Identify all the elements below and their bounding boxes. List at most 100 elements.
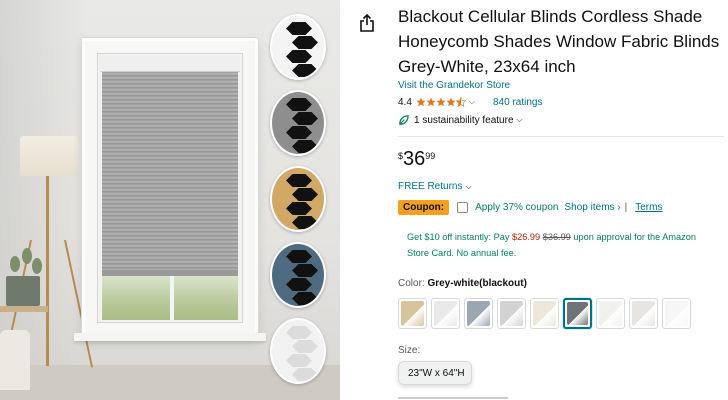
plant-pot: [6, 276, 40, 306]
separator: |: [624, 201, 628, 213]
color-swatch-grey-blue[interactable]: [464, 298, 493, 329]
sustainability-label: 1 sustainability feature: [414, 114, 514, 126]
plant-leaf: [22, 248, 32, 264]
cell-shape: [292, 292, 318, 305]
cell-shape: [286, 22, 312, 35]
promo-new-price: $26.99: [512, 232, 541, 242]
selected-color: Grey-white(blackout): [427, 278, 527, 289]
cell-shape: [286, 202, 312, 215]
price: $ 36 99: [398, 147, 435, 171]
window-frame: [82, 38, 258, 338]
window-sill: [74, 333, 266, 341]
coupon-text[interactable]: Apply 37% coupon: [475, 202, 558, 213]
shop-items-link[interactable]: Shop items ›: [565, 202, 621, 213]
product-title: Blackout Cellular Blinds Cordless Shade …: [398, 7, 720, 76]
size-label: Size:: [398, 345, 421, 356]
color-swatch-grey-white-blackout[interactable]: [563, 298, 592, 329]
swatch-thumbnail: [665, 301, 688, 326]
swatch-thumbnail: [533, 301, 556, 326]
color-swatch-light-grey[interactable]: [497, 298, 526, 329]
image-swatch-grey: [270, 90, 326, 156]
image-swatch-blue: [270, 242, 326, 308]
cell-shape: [286, 278, 312, 291]
plant-leaf: [10, 256, 20, 272]
window-pane: [97, 53, 243, 323]
coupon-row: Coupon: Apply 37% coupon Shop items › | …: [398, 198, 662, 216]
cell-shape: [292, 36, 318, 49]
swatch-thumbnail: [500, 301, 523, 326]
cell-shape: [286, 50, 312, 63]
coupon-badge: Coupon:: [398, 199, 450, 215]
image-color-swatches: [270, 14, 332, 394]
cell-shape: [292, 368, 318, 381]
swatch-thumbnail: [567, 302, 588, 325]
store-link[interactable]: Visit the Grandekor Store: [398, 80, 510, 91]
color-swatch-white[interactable]: [596, 298, 625, 329]
cellular-shade: [102, 72, 238, 272]
color-swatch-beige[interactable]: [398, 298, 427, 329]
free-returns[interactable]: FREE Returns ⌵: [398, 181, 472, 192]
promo-old-price: $36.99: [542, 232, 571, 242]
star-half-icon: [455, 97, 466, 107]
color-swatch-pure-white[interactable]: [662, 298, 691, 329]
cell-shape: [286, 250, 312, 263]
cell-shape: [292, 216, 318, 229]
cell-shape: [292, 64, 318, 77]
ratings-count-link[interactable]: 840 ratings: [493, 97, 542, 108]
cell-shape: [292, 340, 318, 353]
star-icon: [436, 97, 446, 107]
sustainability-feature[interactable]: 1 sustainability feature ⌵: [398, 113, 523, 127]
image-swatch-tan: [270, 166, 326, 232]
cutoff-text: [398, 394, 518, 400]
color-swatch-white-line[interactable]: [431, 298, 460, 329]
plant-leaf: [32, 258, 42, 274]
cell-shape: [292, 140, 318, 153]
cell-shape: [292, 264, 318, 277]
side-table: [0, 306, 48, 312]
color-label-prefix: Color:: [398, 278, 428, 289]
star-icon: [426, 97, 436, 107]
price-fraction: 99: [425, 151, 436, 161]
color-label: Color: Grey-white(blackout): [398, 278, 527, 289]
cell-shape: [286, 354, 312, 367]
share-icon[interactable]: [359, 13, 375, 32]
shade-headrail: [100, 56, 240, 72]
rating-value: 4.4: [398, 96, 412, 108]
star-icon: [446, 97, 456, 107]
star-rating[interactable]: [416, 97, 466, 107]
chair: [0, 330, 30, 390]
cell-shape: [286, 326, 312, 339]
terms-link[interactable]: Terms: [635, 202, 662, 213]
promo-text: Get $10 off instantly: Pay: [407, 232, 513, 242]
swatch-thumbnail: [467, 301, 490, 326]
color-swatch-cream[interactable]: [530, 298, 559, 329]
chevron-down-icon[interactable]: ⌵: [469, 97, 475, 107]
free-returns-link[interactable]: FREE Returns: [398, 181, 462, 192]
cell-shape: [286, 174, 312, 187]
price-whole: 36: [403, 148, 426, 170]
color-swatch-list: [398, 298, 695, 329]
chevron-down-icon: ⌵: [457, 368, 464, 377]
divider: [398, 136, 724, 137]
image-swatch-black-white: [270, 14, 326, 80]
window-mullion: [170, 276, 174, 320]
cell-shape: [286, 126, 312, 139]
image-swatch-white: [270, 318, 326, 384]
cell-shape: [292, 188, 318, 201]
size-dropdown[interactable]: 23"W x 64"H ⌵: [398, 361, 472, 385]
cell-shape: [286, 98, 312, 111]
swatch-thumbnail: [599, 301, 622, 326]
chevron-down-icon[interactable]: ⌵: [465, 182, 471, 192]
floor-lamp-stem: [46, 176, 49, 366]
store-card-promo[interactable]: Get $10 off instantly: Pay $26.99 $36.99…: [407, 229, 719, 261]
star-icon: [416, 97, 426, 107]
rating-row: 4.4 ⌵ 840 ratings: [398, 95, 542, 109]
leaf-icon: [399, 114, 409, 125]
floor-lamp-shade: [20, 136, 78, 176]
product-main-image[interactable]: [0, 0, 340, 400]
coupon-checkbox[interactable]: [457, 201, 469, 213]
swatch-thumbnail: [632, 301, 655, 326]
cell-shape: [292, 112, 318, 125]
color-swatch-off-white[interactable]: [629, 298, 658, 329]
chevron-down-icon: ⌵: [516, 115, 523, 124]
